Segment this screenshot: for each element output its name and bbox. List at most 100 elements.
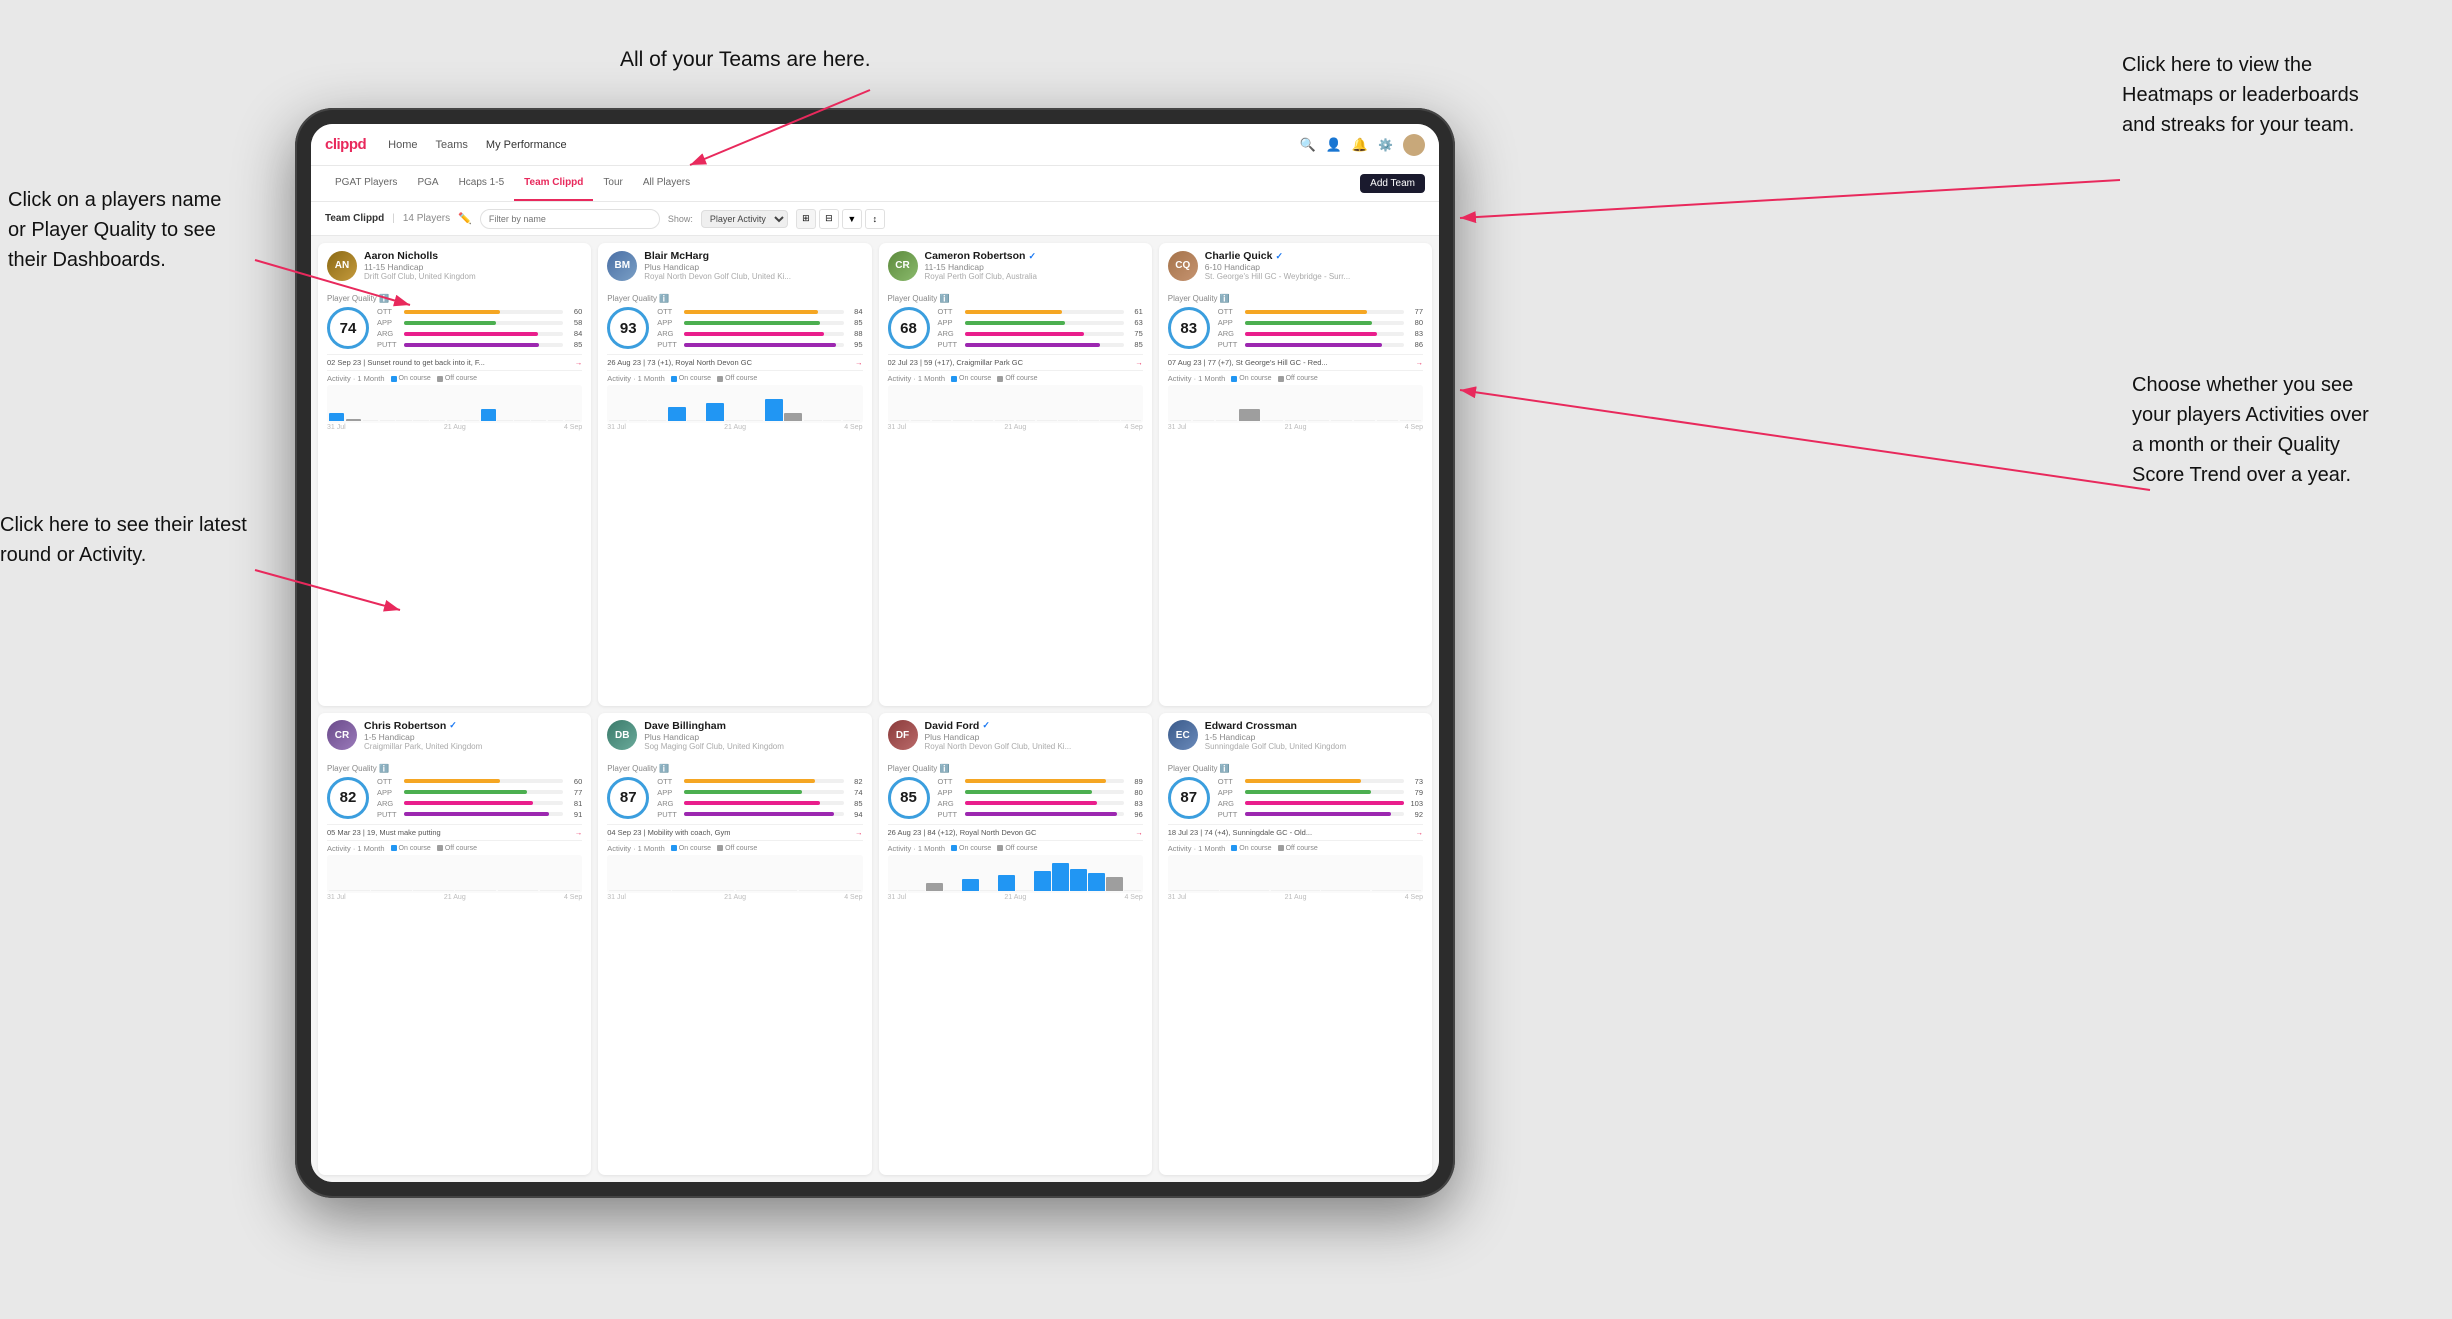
show-select[interactable]: Player Activity [701,210,788,228]
quality-circle[interactable]: 83 [1168,307,1210,349]
quality-circle[interactable]: 68 [888,307,930,349]
player-name[interactable]: Edward Crossman [1205,720,1423,732]
avatar[interactable]: CR [327,720,357,750]
player-info: David Ford ✓ Plus Handicap Royal North D… [925,720,1143,751]
tab-all-players[interactable]: All Players [633,166,700,201]
player-club: Sog Maging Golf Club, United Kingdom [644,742,862,751]
players-grid: AN Aaron Nicholls 11-15 Handicap Drift G… [311,236,1439,1182]
profile-icon[interactable]: 👤 [1326,137,1342,153]
avatar[interactable]: DB [607,720,637,750]
player-club: Royal North Devon Golf Club, United Ki..… [644,272,862,281]
player-name[interactable]: David Ford ✓ [925,720,1143,732]
annotation-left-top: Click on a players name or Player Qualit… [8,185,268,275]
activity-section: Activity · 1 MonthOn courseOff course [888,844,1143,901]
latest-round[interactable]: 02 Jul 23 | 59 (+17), Craigmillar Park G… [888,354,1143,371]
edit-icon[interactable]: ✏️ [458,212,472,225]
card-header: EC Edward Crossman 1-5 Handicap Sunningd… [1159,713,1432,758]
player-name[interactable]: Dave Billingham [644,720,862,732]
activity-section: Activity · 1 MonthOn courseOff course [888,374,1143,431]
card-body: Player Quality ℹ️ 74 OTT 60 APP [318,288,591,437]
player-card: EC Edward Crossman 1-5 Handicap Sunningd… [1159,713,1432,1176]
player-card: CR Chris Robertson ✓ 1-5 Handicap Craigm… [318,713,591,1176]
navbar: clippd Home Teams My Performance 🔍 👤 🔔 ⚙… [311,124,1439,166]
card-body: Player Quality ℹ️ 68 OTT61 APP63 ARG75 P… [879,288,1152,437]
add-team-button[interactable]: Add Team [1360,174,1425,193]
settings-icon[interactable]: ⚙️ [1378,138,1393,152]
player-card: DF David Ford ✓ Plus Handicap Royal Nort… [879,713,1152,1176]
player-handicap: 6-10 Handicap [1205,262,1423,272]
tab-pgat[interactable]: PGAT Players [325,166,407,201]
show-label: Show: [668,214,693,224]
quality-circle[interactable]: 93 [607,307,649,349]
quality-circle[interactable]: 87 [1168,777,1210,819]
quality-circle[interactable]: 85 [888,777,930,819]
latest-round[interactable]: 05 Mar 23 | 19, Must make putting → [327,824,582,841]
annotation-right-top: Click here to view the Heatmaps or leade… [2122,50,2402,140]
avatar[interactable]: BM [607,251,637,281]
team-title: Team Clippd [325,213,384,224]
card-header: AN Aaron Nicholls 11-15 Handicap Drift G… [318,243,591,288]
quality-circle[interactable]: 82 [327,777,369,819]
tab-pga[interactable]: PGA [407,166,448,201]
filter-input[interactable] [480,209,660,229]
list-view-icon[interactable]: ⊟ [819,209,839,229]
card-body: Player Quality ℹ️ 87 OTT82 APP74 ARG85 P… [598,758,871,907]
sort-icon[interactable]: ↕ [865,209,885,229]
avatar[interactable]: CR [888,251,918,281]
latest-round[interactable]: 02 Sep 23 | Sunset round to get back int… [327,354,582,371]
player-name[interactable]: Aaron Nicholls [364,250,582,262]
avatar[interactable]: DF [888,720,918,750]
card-header: CR Cameron Robertson ✓ 11-15 Handicap Ro… [879,243,1152,288]
player-card: CQ Charlie Quick ✓ 6-10 Handicap St. Geo… [1159,243,1432,706]
card-body: Player Quality ℹ️ 83 OTT77 APP80 ARG83 P… [1159,288,1432,437]
latest-round[interactable]: 04 Sep 23 | Mobility with coach, Gym → [607,824,862,841]
player-club: Sunningdale Golf Club, United Kingdom [1205,742,1423,751]
subnav: PGAT Players PGA Hcaps 1-5 Team Clippd T… [311,166,1439,202]
player-info: Edward Crossman 1-5 Handicap Sunningdale… [1205,720,1423,751]
ipad-screen: clippd Home Teams My Performance 🔍 👤 🔔 ⚙… [311,124,1439,1182]
activity-section: Activity · 1 MonthOn courseOff course 31… [327,844,582,901]
avatar[interactable]: EC [1168,720,1198,750]
card-body: Player Quality ℹ️ 93 OTT84 APP85 ARG88 P… [598,288,871,437]
quality-circle[interactable]: 87 [607,777,649,819]
player-name[interactable]: Blair McHarg [644,250,862,262]
bell-icon[interactable]: 🔔 [1352,137,1368,153]
search-icon[interactable]: 🔍 [1299,137,1315,153]
card-body: Player Quality ℹ️ 87 OTT73 APP79 ARG103 … [1159,758,1432,907]
player-name[interactable]: Chris Robertson ✓ [364,720,582,732]
nav-link-performance[interactable]: My Performance [486,139,567,151]
player-club: Royal Perth Golf Club, Australia [925,272,1143,281]
nav-link-teams[interactable]: Teams [436,139,468,151]
nav-logo: clippd [325,136,366,153]
view-icons: ⊞ ⊟ ▼ ↕ [796,209,885,229]
nav-icons: 🔍 👤 🔔 ⚙️ [1299,134,1425,156]
tab-tour[interactable]: Tour [593,166,632,201]
nav-link-home[interactable]: Home [388,139,417,151]
tab-team-clippd[interactable]: Team Clippd [514,166,593,201]
player-info: Chris Robertson ✓ 1-5 Handicap Craigmill… [364,720,582,751]
nav-links: Home Teams My Performance [388,139,1299,151]
player-card: DB Dave Billingham Plus Handicap Sog Mag… [598,713,871,1176]
latest-round[interactable]: 26 Aug 23 | 84 (+12), Royal North Devon … [888,824,1143,841]
player-name[interactable]: Charlie Quick ✓ [1205,250,1423,262]
player-info: Cameron Robertson ✓ 11-15 Handicap Royal… [925,250,1143,281]
annotation-left-bottom: Click here to see their latest round or … [0,510,270,570]
tab-hcaps[interactable]: Hcaps 1-5 [449,166,515,201]
player-name[interactable]: Cameron Robertson ✓ [925,250,1143,262]
latest-round[interactable]: 18 Jul 23 | 74 (+4), Sunningdale GC - Ol… [1168,824,1423,841]
avatar[interactable]: CQ [1168,251,1198,281]
page-container: clippd Home Teams My Performance 🔍 👤 🔔 ⚙… [0,0,2452,1319]
player-club: Royal North Devon Golf Club, United Ki..… [925,742,1143,751]
filter-icon[interactable]: ▼ [842,209,862,229]
separator: | [392,213,395,224]
subnav-tabs: PGAT Players PGA Hcaps 1-5 Team Clippd T… [325,166,1360,201]
player-club: Drift Golf Club, United Kingdom [364,272,582,281]
grid-view-icon[interactable]: ⊞ [796,209,816,229]
avatar-icon[interactable] [1403,134,1425,156]
player-handicap: 11-15 Handicap [925,262,1143,272]
player-card: AN Aaron Nicholls 11-15 Handicap Drift G… [318,243,591,706]
avatar[interactable]: AN [327,251,357,281]
latest-round[interactable]: 07 Aug 23 | 77 (+7), St George's Hill GC… [1168,354,1423,371]
latest-round[interactable]: 26 Aug 23 | 73 (+1), Royal North Devon G… [607,354,862,371]
quality-circle[interactable]: 74 [327,307,369,349]
